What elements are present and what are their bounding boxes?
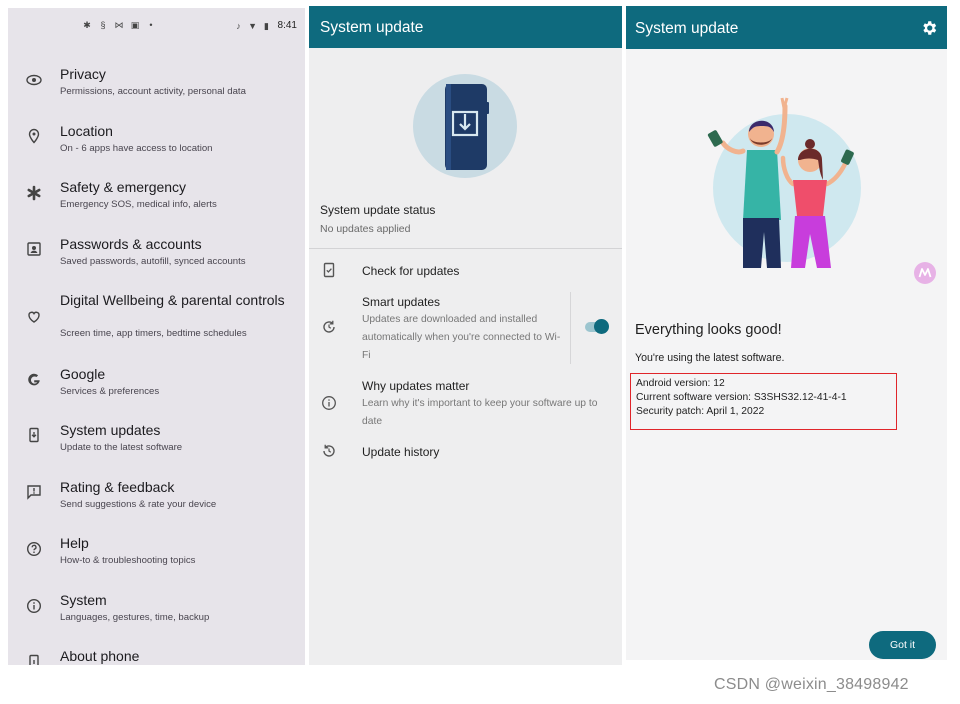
settings-item-title: Help [60, 535, 89, 551]
settings-item-subtitle: Permissions, account activity, personal … [60, 86, 246, 97]
settings-item-help[interactable]: Help How-to & troubleshooting topics [8, 535, 305, 575]
app-bar: System update [626, 6, 947, 49]
settings-item-google[interactable]: Google Services & preferences [8, 366, 305, 406]
mute-icon: ♪ [236, 20, 241, 31]
watermark: CSDN @weixin_38498942 [714, 676, 909, 693]
check-phone-icon [323, 262, 335, 278]
status-bar: ✱ § ⋈ ▣ • ♪ ▼ ▮ 8:41 [8, 8, 305, 46]
settings-item-title: About phone [60, 648, 140, 664]
row-title: Update history [362, 445, 440, 459]
history-icon [323, 444, 335, 457]
settings-item-title: Privacy [60, 66, 106, 82]
security-patch: Security patch: April 1, 2022 [636, 406, 765, 417]
settings-item-rating[interactable]: Rating & feedback Send suggestions & rat… [8, 479, 305, 519]
celebration-illustration [707, 97, 861, 268]
eye-icon [26, 74, 42, 86]
row-title: Smart updates [362, 295, 441, 309]
gear-icon[interactable] [920, 19, 938, 37]
row-subtitle: Updates are downloaded and installed aut… [362, 314, 561, 361]
page-title: System update [320, 19, 424, 36]
asterisk-icon [27, 185, 41, 201]
feedback-icon [27, 485, 41, 500]
row-title: Why updates matter [362, 379, 470, 393]
settings-item-title: Safety & emergency [60, 179, 187, 195]
phone-download-icon [29, 427, 39, 443]
update-status-value: No updates applied [320, 223, 411, 235]
divider [309, 248, 622, 249]
google-g-icon [28, 373, 40, 386]
info-circle-icon [26, 598, 42, 614]
system-update-panel: System update System update status No up… [309, 6, 622, 665]
app-bar: System update [309, 6, 622, 48]
settings-item-system-updates[interactable]: System updates Update to the latest soft… [8, 422, 305, 462]
settings-item-subtitle: Saved passwords, autofill, synced accoun… [60, 256, 246, 267]
got-it-button[interactable]: Got it [869, 631, 936, 659]
settings-item-subtitle: Emergency SOS, medical info, alerts [60, 199, 217, 210]
phone-icon [29, 654, 39, 665]
update-status-label: System update status [320, 203, 436, 217]
toggle-thumb [594, 319, 609, 334]
settings-item-title: Passwords & accounts [60, 236, 202, 252]
settings-item-title: System [60, 592, 107, 608]
settings-item-location[interactable]: Location On - 6 apps have access to loca… [8, 123, 305, 163]
settings-item-passwords[interactable]: Passwords & accounts Saved passwords, au… [8, 236, 305, 276]
motorola-m-icon [918, 268, 932, 278]
info-circle-icon [322, 396, 336, 410]
dot-icon: • [149, 20, 153, 30]
help-circle-icon [26, 541, 42, 557]
settings-item-title: Google [60, 366, 106, 382]
mail-icon: ⋈ [114, 20, 124, 30]
youtube-icon: ▣ [130, 20, 140, 30]
settings-item-subtitle: Update to the latest software [60, 442, 183, 453]
software-version: Current software version: S3SHS32.12-41-… [636, 392, 847, 403]
phone-update-icon [445, 84, 489, 170]
result-subtitle: You're using the latest software. [635, 352, 785, 364]
version-info-highlight: Android version: 12 Current software ver… [630, 373, 897, 430]
motorola-logo-icon [914, 262, 936, 284]
gear-icon: ✱ [83, 20, 91, 30]
settings-item-title: Digital Wellbeing & parental controls [60, 292, 285, 308]
settings-item-system[interactable]: System Languages, gestures, time, backup [8, 592, 305, 632]
settings-item-about[interactable]: About phone [8, 648, 305, 665]
settings-item-title: Rating & feedback [60, 479, 175, 495]
toggle-separator [570, 292, 571, 364]
android-version: Android version: 12 [636, 378, 725, 389]
sync-icon: § [100, 20, 106, 30]
row-subtitle: Learn why it's important to keep your so… [362, 398, 598, 427]
settings-item-subtitle: How-to & troubleshooting topics [60, 555, 196, 566]
update-illustration [413, 74, 517, 178]
wellbeing-icon [28, 311, 40, 323]
settings-panel: ✱ § ⋈ ▣ • ♪ ▼ ▮ 8:41 Privacy Permissions… [8, 8, 305, 665]
settings-item-wellbeing[interactable]: Digital Wellbeing & parental controls Sc… [8, 292, 305, 348]
settings-item-privacy[interactable]: Privacy Permissions, account activity, p… [8, 66, 305, 106]
result-headline: Everything looks good! [635, 322, 782, 338]
account-box-icon [27, 242, 41, 256]
row-title: Check for updates [362, 264, 460, 278]
settings-item-subtitle: Screen time, app timers, bedtime schedul… [60, 328, 247, 339]
page-title: System update [635, 20, 739, 37]
settings-item-title: Location [60, 123, 113, 139]
settings-item-title: System updates [60, 422, 161, 438]
update-result-panel: System update Everything looks good! You… [626, 6, 947, 660]
settings-item-subtitle: Languages, gestures, time, backup [60, 612, 210, 623]
location-pin-icon [28, 128, 40, 144]
battery-icon: ▮ [264, 20, 269, 31]
settings-item-subtitle: On - 6 apps have access to location [60, 143, 213, 154]
settings-item-subtitle: Send suggestions & rate your device [60, 499, 217, 510]
settings-item-safety[interactable]: Safety & emergency Emergency SOS, medica… [8, 179, 305, 219]
wifi-icon: ▼ [248, 20, 257, 31]
clock: 8:41 [277, 20, 297, 31]
settings-item-subtitle: Services & preferences [60, 386, 160, 397]
refresh-clock-icon [323, 320, 335, 333]
